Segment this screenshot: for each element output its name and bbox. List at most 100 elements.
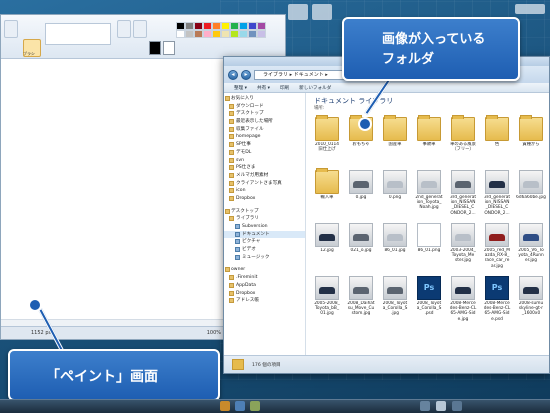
file-item[interactable]: 021_o.jpg <box>344 221 378 274</box>
file-item[interactable]: 車のある風景 （フリー） <box>446 115 480 168</box>
file-item[interactable]: 2008-sumu skyline-gt-r _1600x0 <box>514 274 548 327</box>
palette-color-swatch[interactable] <box>212 30 221 38</box>
folder-callout-line2: フォルダ <box>382 52 435 67</box>
nav-item[interactable]: homepage <box>224 133 305 141</box>
select-tool[interactable] <box>4 20 18 38</box>
command-button[interactable]: 新しいフォルダ <box>299 85 331 91</box>
nav-item[interactable]: Subversion <box>224 223 305 231</box>
nav-item[interactable]: デスクトップ <box>224 110 305 118</box>
palette-color-swatch[interactable] <box>257 30 266 38</box>
tray-icon[interactable] <box>452 401 462 411</box>
nav-item[interactable]: 収集ファイル <box>224 126 305 134</box>
file-item[interactable]: 3rd_generat ion_NISSAN _DIESEL_C ONDOR_2… <box>446 168 480 221</box>
file-item[interactable]: 2008_Toyot a_Corolla_S .jpg <box>378 274 412 327</box>
file-item[interactable]: 86_01.jpg <box>378 221 412 274</box>
palette-color-swatch[interactable] <box>185 30 194 38</box>
nav-item[interactable]: AppData <box>224 282 305 290</box>
nav-item[interactable]: アドレス帳 <box>224 297 305 305</box>
file-item[interactable]: Ps 2008_Toyot a_Corolla_S .psd <box>412 274 446 327</box>
nav-item[interactable]: Dropbox <box>224 195 305 203</box>
back-icon[interactable]: ◂ <box>228 69 238 80</box>
nav-item-label: Subversion <box>242 224 268 229</box>
file-item[interactable]: 国産車 <box>378 115 412 168</box>
file-item[interactable]: 色 <box>480 115 514 168</box>
color2-swatch[interactable] <box>163 41 175 55</box>
taskbar-app-icon[interactable] <box>220 401 230 411</box>
palette-color-swatch[interactable] <box>257 22 266 30</box>
file-item[interactable]: 輸入車 <box>310 168 344 221</box>
file-item[interactable]: 0.jpg <box>344 168 378 221</box>
file-item[interactable]: 6d6a60be.jpg <box>514 168 548 221</box>
folder-icon <box>229 126 234 132</box>
nav-item[interactable]: ミュージック <box>224 254 305 262</box>
file-item[interactable]: 86_01.png <box>412 221 446 274</box>
forward-icon[interactable]: ▸ <box>241 69 251 80</box>
tray-icon[interactable] <box>420 401 430 411</box>
file-item[interactable]: 3rd_generat ion_NISSAN _DIESEL_C ONDOR_2… <box>480 168 514 221</box>
file-item[interactable]: 2008-Merce des-Benz-CL 65-AMG-Sid e.jpg <box>446 274 480 327</box>
palette-color-swatch[interactable] <box>185 22 194 30</box>
file-item[interactable]: 事故車 <box>412 115 446 168</box>
nav-item[interactable]: icon <box>224 187 305 195</box>
palette-color-swatch[interactable] <box>194 22 203 30</box>
nav-item[interactable]: ライブラリ <box>224 215 305 223</box>
command-button[interactable]: 共有 ▾ <box>257 85 270 91</box>
palette-color-swatch[interactable] <box>203 22 212 30</box>
nav-item[interactable]: デスクトップ <box>224 208 305 216</box>
palette-color-swatch[interactable] <box>239 22 248 30</box>
file-item[interactable]: 2003-2004_ Toyota_Me ster.jpg <box>446 221 480 274</box>
file-item[interactable]: 2nd_generat ion_Toyota_ Noah.jpg <box>412 168 446 221</box>
nav-item[interactable]: ドキュメント <box>224 230 305 239</box>
file-item[interactable]: 2005_red_M azda_RX-8_ race_car_re ar.jpg <box>480 221 514 274</box>
nav-item[interactable]: SP仕事 <box>224 141 305 149</box>
nav-item-label: Dropbox <box>236 290 256 296</box>
nav-item[interactable]: メルマガ用素材 <box>224 172 305 180</box>
taskbar-app-icon[interactable] <box>235 401 245 411</box>
palette-color-swatch[interactable] <box>248 30 257 38</box>
palette-color-swatch[interactable] <box>212 22 221 30</box>
nav-item[interactable]: ビデオ <box>224 246 305 254</box>
file-item[interactable]: 12.jpg <box>310 221 344 274</box>
file-item[interactable]: 2005-2008_ Toyota_bB_ 01.jpg <box>310 274 344 327</box>
nav-item-label: 最近表示した場所 <box>236 119 273 125</box>
command-button[interactable]: 印刷 <box>280 85 289 91</box>
size-tool[interactable] <box>133 20 147 38</box>
file-item[interactable]: 2010_0114 旧仕上げ <box>310 115 344 168</box>
color1-swatch[interactable] <box>149 41 161 55</box>
nav-item[interactable]: お気に入り <box>224 95 305 103</box>
file-item[interactable]: 0.png <box>378 168 412 221</box>
palette-color-swatch[interactable] <box>230 22 239 30</box>
palette-color-swatch[interactable] <box>176 22 185 30</box>
nav-item[interactable]: デモDL <box>224 149 305 157</box>
palette-color-swatch[interactable] <box>230 30 239 38</box>
file-item[interactable]: 2005_V6_To yota_4Runn er.jpg <box>514 221 548 274</box>
nav-item[interactable]: Dropbox <box>224 290 305 298</box>
nav-item[interactable]: クライアントさま写真 <box>224 180 305 188</box>
shapes-gallery[interactable] <box>45 23 111 45</box>
nav-item[interactable]: ダウンロード <box>224 103 305 111</box>
outline-tool[interactable] <box>117 20 131 38</box>
nav-item[interactable]: 最近表示した場所 <box>224 118 305 126</box>
taskbar-app-icon[interactable] <box>250 401 260 411</box>
nav-item-label: .Fireminit <box>236 275 258 281</box>
tray-icon[interactable] <box>436 401 446 411</box>
file-item[interactable]: 2008_Daihat su_Move_Cu stom.jpg <box>344 274 378 327</box>
palette-color-swatch[interactable] <box>239 30 248 38</box>
desktop-icon[interactable] <box>515 4 545 14</box>
palette-color-swatch[interactable] <box>194 30 203 38</box>
nav-item[interactable]: svn <box>224 157 305 165</box>
nav-item[interactable]: PS仕さま <box>224 164 305 172</box>
command-button[interactable]: 整理 ▾ <box>234 85 247 91</box>
palette-color-swatch[interactable] <box>221 22 230 30</box>
nav-item[interactable]: ピクチャ <box>224 238 305 246</box>
nav-item[interactable]: .Fireminit <box>224 274 305 282</box>
desktop-icon[interactable] <box>288 4 308 20</box>
palette-color-swatch[interactable] <box>221 30 230 38</box>
palette-color-swatch[interactable] <box>248 22 257 30</box>
desktop-icon[interactable] <box>312 4 332 20</box>
file-item[interactable]: 貴種から <box>514 115 548 168</box>
file-item[interactable]: Ps 2008-Merce des-Benz-CL 65-AMG-Sid e.ps… <box>480 274 514 327</box>
nav-item[interactable]: owner <box>224 266 305 274</box>
palette-color-swatch[interactable] <box>176 30 185 38</box>
palette-color-swatch[interactable] <box>203 30 212 38</box>
